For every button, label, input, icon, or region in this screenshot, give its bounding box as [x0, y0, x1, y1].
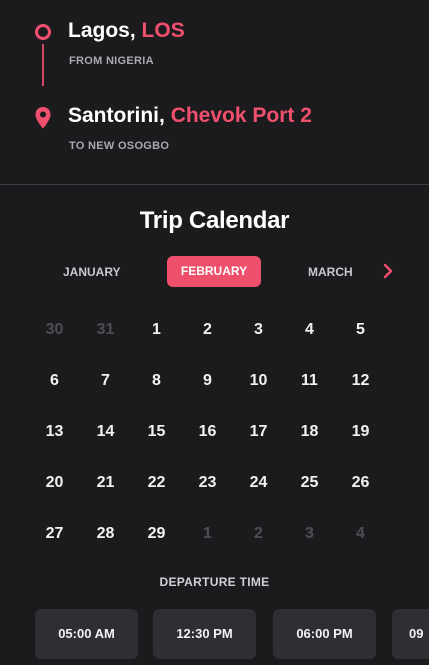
- calendar-day[interactable]: 29: [131, 516, 182, 552]
- section-divider: [0, 184, 429, 185]
- calendar-day[interactable]: 3: [233, 312, 284, 348]
- route-section: Lagos, LOS FROM NIGERIA Santorini, Chevo…: [0, 0, 429, 185]
- calendar-day[interactable]: 7: [80, 363, 131, 399]
- calendar-day[interactable]: 24: [233, 465, 284, 501]
- calendar-day[interactable]: 6: [29, 363, 80, 399]
- departure-time-label: DEPARTURE TIME: [159, 575, 270, 589]
- calendar-title: Trip Calendar: [139, 207, 290, 234]
- destination-city[interactable]: Santorini, Chevok Port 2: [68, 104, 312, 128]
- origin-airport-code: LOS: [141, 19, 185, 42]
- calendar-day-outside-month: 31: [96, 321, 115, 338]
- trip-screen: Lagos, LOS FROM NIGERIA Santorini, Chevo…: [0, 0, 429, 665]
- calendar-day[interactable]: 22: [131, 465, 182, 501]
- calendar-day[interactable]: 25: [284, 465, 335, 501]
- calendar-day-outside-month: 3: [305, 525, 314, 542]
- calendar-day-outside-month: 4: [356, 525, 365, 542]
- origin-subtitle: FROM NIGERIA: [69, 55, 154, 67]
- month-tab-next[interactable]: MARCH: [308, 265, 353, 279]
- map-pin-icon: [35, 107, 51, 129]
- calendar-day[interactable]: 17: [233, 414, 284, 450]
- time-slot[interactable]: 09: [392, 609, 429, 659]
- origin-ring-icon: [35, 24, 51, 40]
- calendar-day[interactable]: 15: [131, 414, 182, 450]
- time-slot[interactable]: 06:00 PM: [273, 609, 376, 659]
- calendar-day[interactable]: 26: [335, 465, 386, 501]
- calendar-day[interactable]: 20: [29, 465, 80, 501]
- calendar-day-outside-month: 2: [254, 525, 263, 542]
- chevron-right-icon[interactable]: [381, 263, 395, 279]
- calendar-day[interactable]: 9: [182, 363, 233, 399]
- destination-city-name: Santorini,: [68, 104, 165, 127]
- calendar-day-outside-month: 30: [45, 321, 64, 338]
- month-tab-prev[interactable]: JANUARY: [63, 265, 121, 279]
- calendar-day[interactable]: 12: [335, 363, 386, 399]
- calendar-day[interactable]: 19: [335, 414, 386, 450]
- calendar-day-outside-month: 1: [203, 525, 212, 542]
- destination-port: Chevok Port 2: [170, 104, 312, 127]
- origin-city-name: Lagos,: [68, 19, 136, 42]
- calendar-day[interactable]: 21: [80, 465, 131, 501]
- calendar-day[interactable]: 16: [182, 414, 233, 450]
- calendar-day[interactable]: 10: [233, 363, 284, 399]
- month-tab-active[interactable]: FEBRUARY: [167, 256, 261, 287]
- calendar-day[interactable]: 1: [131, 312, 182, 348]
- calendar-day[interactable]: 2: [182, 312, 233, 348]
- time-slot[interactable]: 05:00 AM: [35, 609, 138, 659]
- calendar-day[interactable]: 27: [29, 516, 80, 552]
- calendar-day[interactable]: 14: [80, 414, 131, 450]
- origin-city[interactable]: Lagos, LOS: [68, 19, 185, 43]
- calendar-day[interactable]: 11: [284, 363, 335, 399]
- calendar-day[interactable]: 18: [284, 414, 335, 450]
- route-connector-line: [42, 44, 44, 86]
- calendar-day[interactable]: 28: [80, 516, 131, 552]
- calendar-day[interactable]: 23: [182, 465, 233, 501]
- time-slot[interactable]: 12:30 PM: [153, 609, 256, 659]
- calendar-day[interactable]: 4: [284, 312, 335, 348]
- calendar-day[interactable]: 5: [335, 312, 386, 348]
- calendar-day[interactable]: 8: [131, 363, 182, 399]
- calendar-day[interactable]: 13: [29, 414, 80, 450]
- destination-subtitle: TO NEW OSOGBO: [69, 140, 170, 152]
